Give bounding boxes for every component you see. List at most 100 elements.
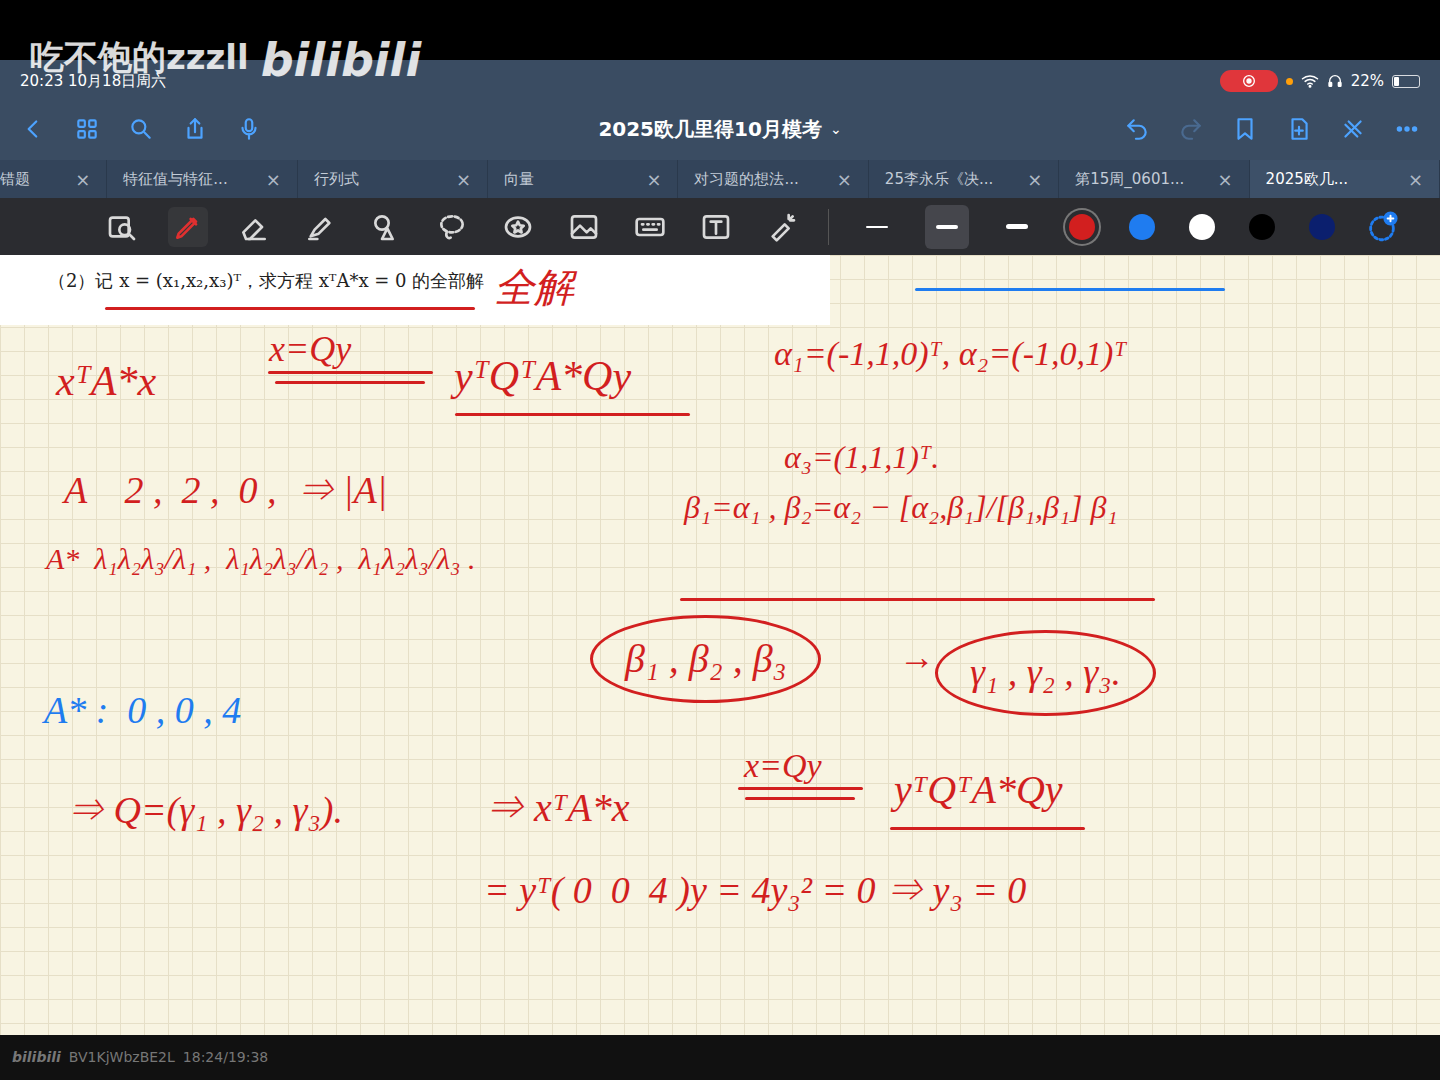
tab-close[interactable]: × xyxy=(1218,166,1233,193)
search-icon[interactable] xyxy=(128,116,154,142)
tab-close[interactable]: × xyxy=(1408,166,1423,193)
tab-close[interactable]: × xyxy=(646,166,661,193)
ink-stroke xyxy=(268,371,433,374)
tab[interactable]: 错题 × xyxy=(0,160,107,198)
tab-label[interactable]: 2025欧几... xyxy=(1266,168,1348,191)
sticker-icon[interactable] xyxy=(502,211,534,243)
tab-close[interactable]: × xyxy=(266,166,281,193)
color-swatch[interactable] xyxy=(1185,210,1219,244)
keyboard-icon[interactable] xyxy=(634,211,666,243)
tool-button[interactable] xyxy=(762,207,802,247)
title-caret[interactable]: ⌄ xyxy=(830,119,842,140)
text-icon[interactable] xyxy=(700,211,732,243)
tab[interactable]: 2025欧几... × xyxy=(1250,160,1440,198)
video-footer: bilibiliBV1KjWbzBE2L18:24/19:38 xyxy=(0,1035,1440,1080)
shapes-icon[interactable] xyxy=(370,211,402,243)
microphone-icon[interactable] xyxy=(236,116,262,142)
video-time: 18:24/19:38 xyxy=(183,1047,268,1068)
stroke-sample xyxy=(866,226,888,228)
battery-percent: 22% xyxy=(1351,70,1384,93)
pen-icon[interactable] xyxy=(172,211,204,243)
note-text: α₃=(1,1,1)ᵀ. xyxy=(784,439,939,475)
ink-stroke xyxy=(890,827,1085,830)
document-title[interactable]: 2025欧几里得10月模考 ⌄ xyxy=(598,114,841,144)
handwritten-note: → xyxy=(895,635,939,680)
tab[interactable]: 行列式 × xyxy=(298,160,488,198)
tab-label[interactable]: 特征值与特征... xyxy=(123,168,227,191)
handwritten-note: ⇒ xᵀA*x xyxy=(480,783,633,833)
highlighter-icon[interactable] xyxy=(304,211,336,243)
tool-button[interactable] xyxy=(366,207,406,247)
tab[interactable]: 向量 × xyxy=(488,160,678,198)
pen-toolbar xyxy=(0,198,1440,255)
tab-label[interactable]: 向量 xyxy=(504,168,534,191)
tab[interactable]: 对习题的想法... × xyxy=(678,160,868,198)
share-icon[interactable] xyxy=(182,116,208,142)
tool-button[interactable] xyxy=(234,207,274,247)
tab-label[interactable]: 错题 xyxy=(0,168,30,191)
color-swatch[interactable] xyxy=(1305,210,1339,244)
ink-stroke xyxy=(275,381,425,384)
tab-close[interactable]: × xyxy=(837,166,852,193)
ink-stroke xyxy=(680,598,1155,601)
undo-icon[interactable] xyxy=(1124,116,1150,142)
color-swatch[interactable] xyxy=(1125,210,1159,244)
tool-button[interactable] xyxy=(498,207,538,247)
tool-button[interactable] xyxy=(696,207,736,247)
laser-icon[interactable] xyxy=(766,211,798,243)
stroke-width-button[interactable] xyxy=(925,205,969,249)
tab[interactable]: 特征值与特征... × xyxy=(107,160,297,198)
ink-stroke xyxy=(738,787,863,790)
zoom-icon[interactable] xyxy=(106,211,138,243)
note-text: A* λ₁λ₂λ₃/λ₁ , λ₁λ₂λ₃/λ₂ , λ₁λ₂λ₃/λ₃ . xyxy=(46,542,475,575)
tab-label[interactable]: 行列式 xyxy=(314,168,359,191)
title-text[interactable]: 2025欧几里得10月模考 xyxy=(598,114,822,144)
nav-right xyxy=(842,116,1420,142)
privacy-dot xyxy=(1286,78,1293,85)
stroke-sample xyxy=(1006,224,1028,229)
tab-label[interactable]: 对习题的想法... xyxy=(694,168,798,191)
note-text: → xyxy=(899,637,935,677)
tab-close[interactable]: × xyxy=(1027,166,1042,193)
tool-button[interactable] xyxy=(102,207,142,247)
back-icon[interactable] xyxy=(20,116,46,142)
tab-label[interactable]: 25李永乐《决... xyxy=(885,168,993,191)
wifi-icon xyxy=(1301,72,1319,90)
tab-label[interactable]: 第15周_0601... xyxy=(1075,168,1184,191)
tool-button[interactable] xyxy=(630,207,670,247)
image-icon[interactable] xyxy=(568,211,600,243)
tool-button[interactable] xyxy=(300,207,340,247)
tool-button[interactable] xyxy=(168,207,208,247)
lasso-icon[interactable] xyxy=(436,211,468,243)
tool-button[interactable] xyxy=(564,207,604,247)
tool-button[interactable] xyxy=(432,207,472,247)
color-dot xyxy=(1189,214,1215,240)
status-icons: 22% xyxy=(1220,66,1420,93)
close-pen-icon[interactable] xyxy=(1340,116,1366,142)
nav-left xyxy=(20,116,598,142)
color-dot xyxy=(1309,214,1335,240)
eraser-icon[interactable] xyxy=(238,211,270,243)
tab[interactable]: 第15周_0601... × xyxy=(1059,160,1249,198)
add-page-icon[interactable] xyxy=(1286,116,1312,142)
tab-close[interactable]: × xyxy=(456,166,471,193)
custom-color-icon[interactable] xyxy=(1365,210,1399,244)
handwritten-note: A* λ₁λ₂λ₃/λ₁ , λ₁λ₂λ₃/λ₂ , λ₁λ₂λ₃/λ₃ . xyxy=(42,540,479,578)
note-canvas[interactable]: （2）记 x = (x₁,x₂,x₃)ᵀ，求方程 xᵀA*x = 0 的全部解全… xyxy=(0,255,1440,1035)
stroke-width-button[interactable] xyxy=(995,205,1039,249)
color-swatch[interactable] xyxy=(1245,210,1279,244)
note-text: β₁=α₁ , β₂=α₂ − [α₂,β₁]/[β₁,β₁] β₁ xyxy=(684,489,1118,525)
tab-close[interactable]: × xyxy=(75,166,90,193)
grid-icon[interactable] xyxy=(74,116,100,142)
bookmark-icon[interactable] xyxy=(1232,116,1258,142)
more-icon[interactable] xyxy=(1394,116,1420,142)
stroke-width-button[interactable] xyxy=(855,205,899,249)
battery-icon xyxy=(1392,75,1420,88)
color-swatch[interactable] xyxy=(1065,210,1099,244)
ink-stroke xyxy=(105,307,475,310)
tab[interactable]: 25李永乐《决... × xyxy=(869,160,1059,198)
redo-icon[interactable] xyxy=(1178,116,1204,142)
note-text: ⇒ xᵀA*x xyxy=(484,785,629,830)
handwritten-note: x=Qy xyxy=(265,327,355,372)
question-snippet: （2）记 x = (x₁,x₂,x₃)ᵀ，求方程 xᵀA*x = 0 的全部解 xyxy=(0,255,830,325)
